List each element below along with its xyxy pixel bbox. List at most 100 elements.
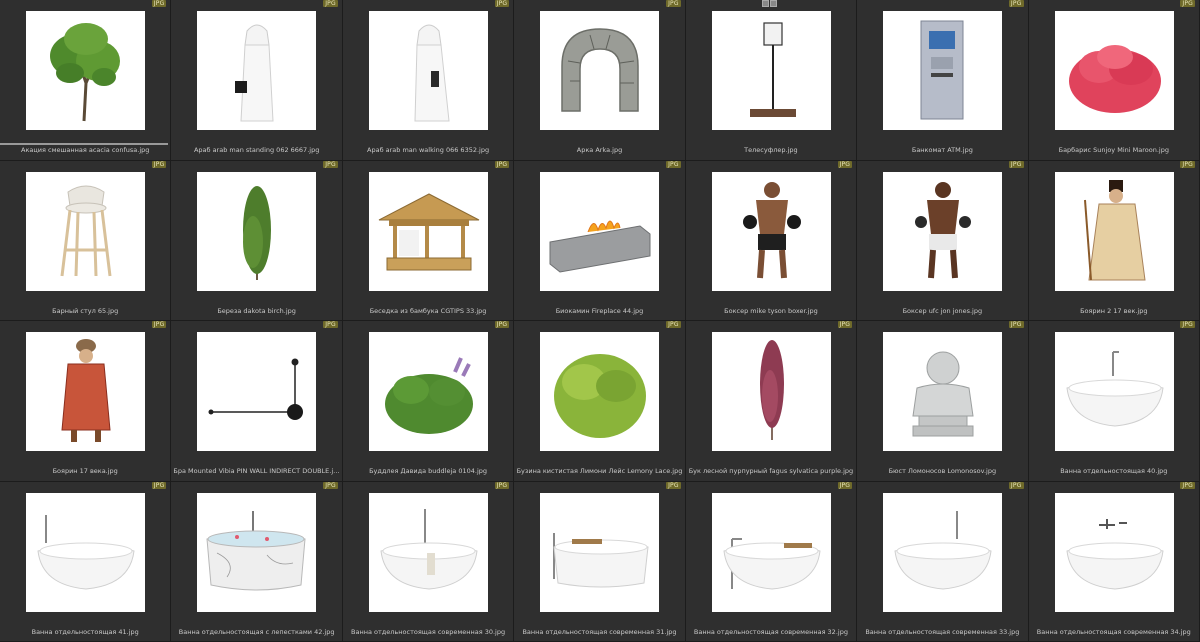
thumbnail-caption: Бюст Ломоносов Lomonosov.jpg [859, 467, 1025, 475]
purple-tree-icon [712, 332, 831, 451]
file-type-badge: JPG [838, 321, 853, 328]
file-type-badge: JPG [666, 0, 681, 7]
thumbnail-item[interactable]: JPG Ванна отдельностоящая 41.jpg [0, 482, 171, 642]
thumbnail-caption: Ванна отдельностоящая современная 31.jpg [516, 628, 682, 636]
file-type-badge: JPG [152, 0, 167, 7]
progress-fill [0, 143, 168, 145]
bathtub-icon [1055, 332, 1174, 451]
file-type-badge: JPG [495, 482, 510, 489]
thumbnail-item[interactable]: JPG Буддлея Давида buddleja 0104.jpg [343, 321, 514, 482]
file-type-badge: JPG [323, 0, 338, 7]
thumbnail-item[interactable]: JPG Араб arab man standing 062 6667.jpg [171, 0, 342, 161]
bar-stool-icon [26, 172, 145, 291]
bathtub-icon [1055, 493, 1174, 612]
birch-tree-icon [197, 172, 316, 291]
thumbnail-item[interactable]: JPG Бюст Ломоносов Lomonosov.jpg [857, 321, 1028, 482]
thumbnail-caption: Бра Mounted Vibia PIN WALL INDIRECT DOUB… [173, 467, 339, 475]
thumbnail-caption: Бук лесной пурпурный fagus sylvatica pur… [688, 467, 854, 475]
file-type-badge: JPG [666, 161, 681, 168]
file-type-badge: JPG [1180, 0, 1195, 7]
file-type-badge: JPG [152, 161, 167, 168]
thumbnail-caption: Бузина кистистая Лимони Лейс Lemony Lace… [516, 467, 682, 475]
thumbnail-item[interactable]: JPG Ванна отдельностоящая современная 33… [857, 482, 1028, 642]
thumbnail-caption: Ванна отдельностоящая 41.jpg [2, 628, 168, 636]
boxer-icon [712, 172, 831, 291]
file-type-badge: JPG [1180, 161, 1195, 168]
edit-icon[interactable] [770, 0, 777, 7]
file-type-badge: JPG [838, 482, 853, 489]
thumbnail-caption: Барный стул 65.jpg [2, 307, 168, 315]
thumbnail-item[interactable]: JPG Боярин 2 17 век.jpg [1029, 161, 1200, 322]
thumbnail-item[interactable]: JPG Боярин 17 века.jpg [0, 321, 171, 482]
thumbnail-caption: Ванна отдельностоящая современная 34.jpg [1031, 628, 1197, 636]
bust-icon [883, 332, 1002, 451]
thumbnail-caption: Беседка из бамбука CGTIPS 33.jpg [345, 307, 511, 315]
marble-bathtub-icon [197, 493, 316, 612]
stone-arch-icon [540, 11, 659, 130]
thumbnail-item[interactable]: JPG Ванна отдельностоящая современная 31… [514, 482, 685, 642]
bathtub-icon [540, 493, 659, 612]
thumbnail-caption: Араб arab man walking 066 6352.jpg [345, 146, 511, 154]
thumbnail-item[interactable]: JPG Барбарис Sunjoy Mini Maroon.jpg [1029, 0, 1200, 161]
boyar-icon [1055, 172, 1174, 291]
teleprompter-icon [712, 11, 831, 130]
thumbnail-item[interactable]: JPG Арка Arka.jpg [514, 0, 685, 161]
file-type-badge: JPG [152, 482, 167, 489]
thumbnail-caption: Акация смешанная acacia confusa.jpg [2, 146, 168, 154]
thumbnail-item[interactable]: JPG Беседка из бамбука CGTIPS 33.jpg [343, 161, 514, 322]
thumbnail-item[interactable]: JPG Биокамин Fireplace 44.jpg [514, 161, 685, 322]
file-type-badge: JPG [323, 161, 338, 168]
thumbnail-item[interactable]: JPG Боксер ufc jon jones.jpg [857, 161, 1028, 322]
file-type-badge: JPG [666, 321, 681, 328]
thumbnail-item[interactable]: JPG Араб arab man walking 066 6352.jpg [343, 0, 514, 161]
file-type-badge: JPG [323, 321, 338, 328]
thumbnail-caption: Банкомат ATM.jpg [859, 146, 1025, 154]
thumbnail-caption: Боксер mike tyson boxer.jpg [688, 307, 854, 315]
thumbnail-item[interactable]: JPG Ванна отдельностоящая с лепестками 4… [171, 482, 342, 642]
man-walking-icon [369, 11, 488, 130]
file-type-badge: JPG [1009, 482, 1024, 489]
file-type-badge: JPG [1180, 321, 1195, 328]
gazebo-icon [369, 172, 488, 291]
file-type-badge: JPG [495, 0, 510, 7]
bathtub-icon [369, 493, 488, 612]
square-icon[interactable] [762, 0, 769, 7]
thumbnail-item[interactable]: JPG Банкомат ATM.jpg [857, 0, 1028, 161]
thumbnail-item[interactable]: JPG Бра Mounted Vibia PIN WALL INDIRECT … [171, 321, 342, 482]
thumbnail-item[interactable]: JPG Ванна отдельностоящая 40.jpg [1029, 321, 1200, 482]
thumbnail-item[interactable]: JPG Ванна отдельностоящая современная 32… [686, 482, 857, 642]
bathtub-icon [26, 493, 145, 612]
thumbnail-item[interactable]: JPG Ванна отдельностоящая современная 30… [343, 482, 514, 642]
thumbnail-item[interactable]: JPG Бук лесной пурпурный fagus sylvatica… [686, 321, 857, 482]
file-type-badge: JPG [1180, 482, 1195, 489]
thumbnail-item[interactable]: JPG Бузина кистистая Лимони Лейс Lemony … [514, 321, 685, 482]
thumbnail-caption: Береза dakota birch.jpg [173, 307, 339, 315]
thumbnail-caption: Араб arab man standing 062 6667.jpg [173, 146, 339, 154]
thumbnail-caption: Барбарис Sunjoy Mini Maroon.jpg [1031, 146, 1197, 154]
thumbnail-caption: Боярин 17 века.jpg [2, 467, 168, 475]
thumbnail-caption: Боксер ufc jon jones.jpg [859, 307, 1025, 315]
file-type-badge: JPG [495, 161, 510, 168]
bathtub-icon [712, 493, 831, 612]
thumbnail-item[interactable]: JPG Ванна отдельностоящая современная 34… [1029, 482, 1200, 642]
file-type-badge: JPG [323, 482, 338, 489]
thumbnail-item[interactable]: JPG Барный стул 65.jpg [0, 161, 171, 322]
file-type-badge: JPG [1009, 0, 1024, 7]
yellow-bush-icon [540, 332, 659, 451]
thumbnail-item[interactable]: JPG Береза dakota birch.jpg [171, 161, 342, 322]
thumbnail-caption: Ванна отдельностоящая современная 33.jpg [859, 628, 1025, 636]
boxer-icon [883, 172, 1002, 291]
bathtub-icon [883, 493, 1002, 612]
thumbnail-item[interactable]: Телесуфлер.jpg [686, 0, 857, 161]
flower-bush-icon [369, 332, 488, 451]
thumbnail-caption: Буддлея Давида buddleja 0104.jpg [345, 467, 511, 475]
thumbnail-caption: Ванна отдельностоящая современная 30.jpg [345, 628, 511, 636]
file-type-badge: JPG [1009, 321, 1024, 328]
thumbnail-item[interactable]: JPG Акация смешанная acacia confusa.jpg [0, 0, 171, 161]
atm-icon [883, 11, 1002, 130]
fireplace-icon [540, 172, 659, 291]
thumbnail-item[interactable]: JPG Боксер mike tyson boxer.jpg [686, 161, 857, 322]
thumbnail-grid: JPG Акация смешанная acacia confusa.jpg … [0, 0, 1200, 639]
thumbnail-caption: Телесуфлер.jpg [688, 146, 854, 154]
boyar-icon [26, 332, 145, 451]
